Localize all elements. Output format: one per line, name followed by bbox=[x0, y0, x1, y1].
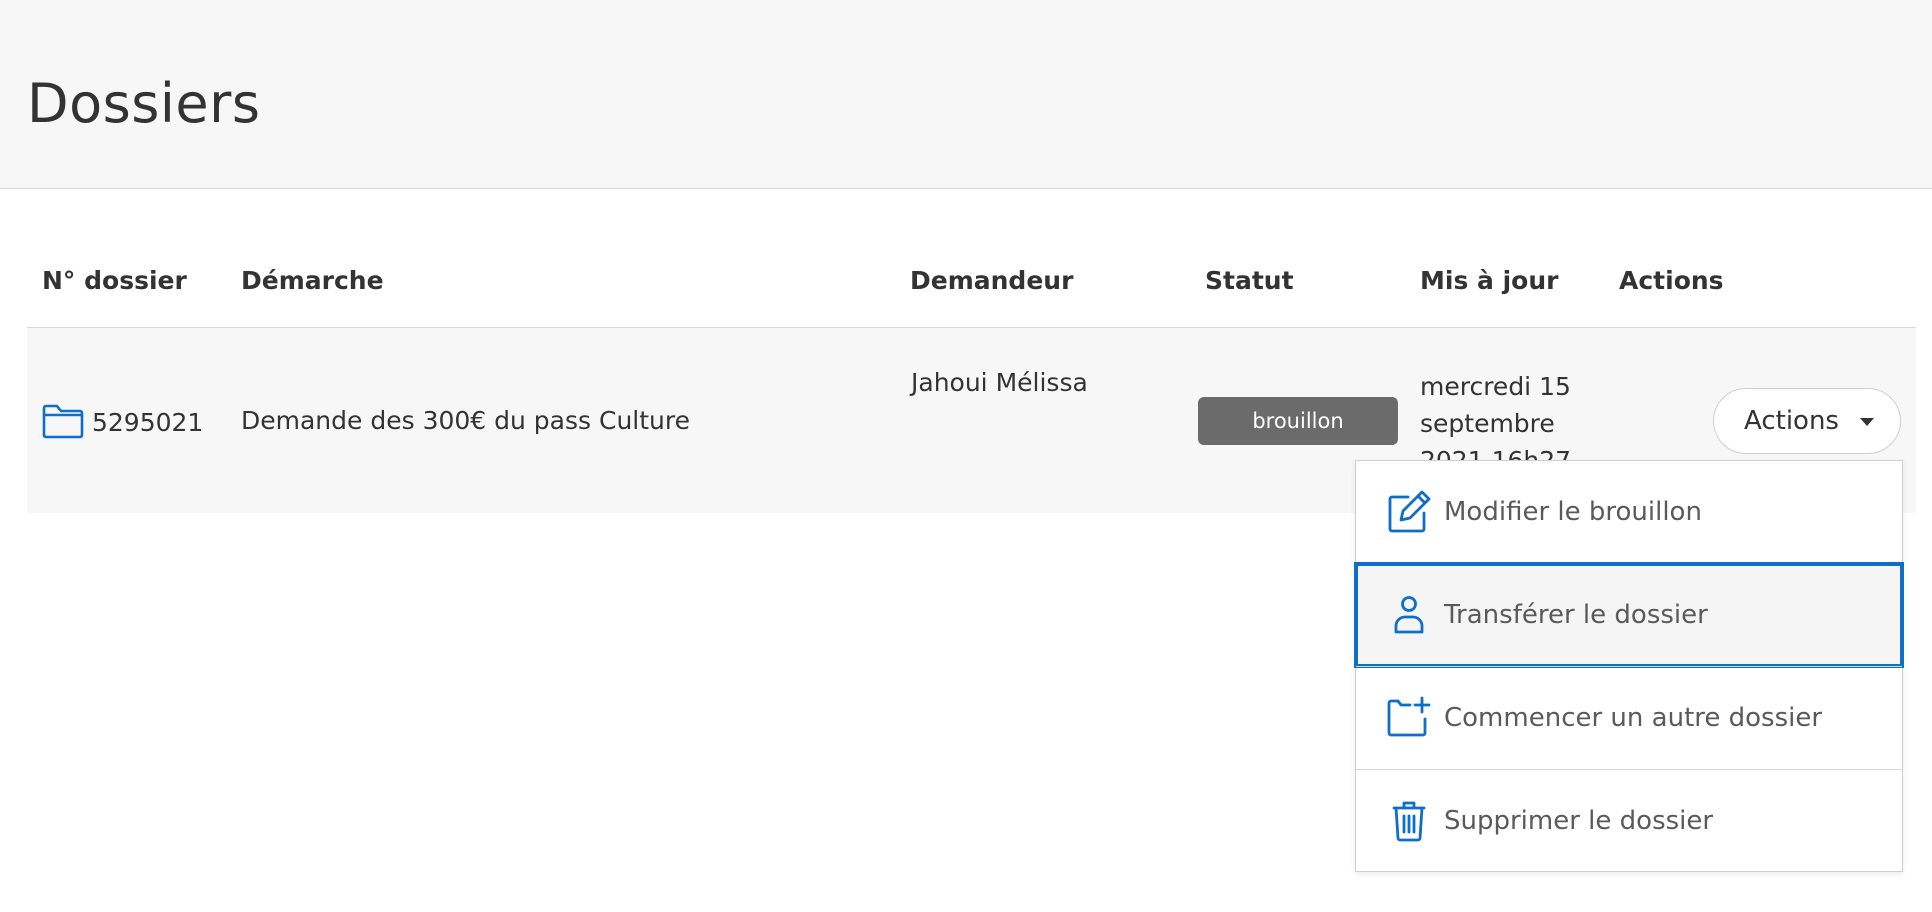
page-header: Dossiers bbox=[0, 0, 1932, 189]
procedure-link[interactable]: Demande des 300€ du pass Culture bbox=[241, 406, 690, 435]
menu-item-label: Supprimer le dossier bbox=[1444, 806, 1714, 836]
page-title: Dossiers bbox=[27, 72, 261, 135]
column-header-number: N° dossier bbox=[42, 266, 187, 295]
dossier-number-link[interactable]: 5295021 bbox=[92, 408, 203, 437]
actions-dropdown-button[interactable]: Actions bbox=[1713, 388, 1901, 454]
actions-menu: Modifier le brouillon Transférer le doss… bbox=[1354, 460, 1904, 872]
menu-item-label: Modifier le brouillon bbox=[1444, 497, 1702, 527]
person-icon bbox=[1386, 592, 1432, 638]
new-folder-icon bbox=[1386, 695, 1432, 741]
menu-item-transfer-dossier[interactable]: Transférer le dossier bbox=[1354, 562, 1904, 668]
column-header-actions: Actions bbox=[1619, 266, 1724, 295]
column-header-applicant: Demandeur bbox=[910, 266, 1074, 295]
status-badge: brouillon bbox=[1198, 397, 1398, 445]
column-header-updated: Mis à jour bbox=[1420, 266, 1559, 295]
column-header-procedure: Démarche bbox=[241, 266, 384, 295]
menu-item-label: Transférer le dossier bbox=[1444, 600, 1708, 630]
menu-item-new-dossier[interactable]: Commencer un autre dossier bbox=[1356, 667, 1902, 769]
trash-icon bbox=[1386, 798, 1432, 844]
menu-item-edit-draft[interactable]: Modifier le brouillon bbox=[1356, 461, 1902, 563]
edit-icon bbox=[1386, 489, 1432, 535]
folder-icon bbox=[42, 403, 84, 439]
caret-down-icon bbox=[1860, 418, 1874, 426]
applicant-name: Jahoui Mélissa bbox=[911, 368, 1088, 397]
menu-item-delete-dossier[interactable]: Supprimer le dossier bbox=[1356, 770, 1902, 872]
menu-item-label: Commencer un autre dossier bbox=[1444, 703, 1823, 733]
updated-date: mercredi 15 septembre 2021 16h27 bbox=[1420, 372, 1572, 468]
actions-button-label: Actions bbox=[1744, 406, 1839, 436]
column-header-status: Statut bbox=[1205, 266, 1294, 295]
